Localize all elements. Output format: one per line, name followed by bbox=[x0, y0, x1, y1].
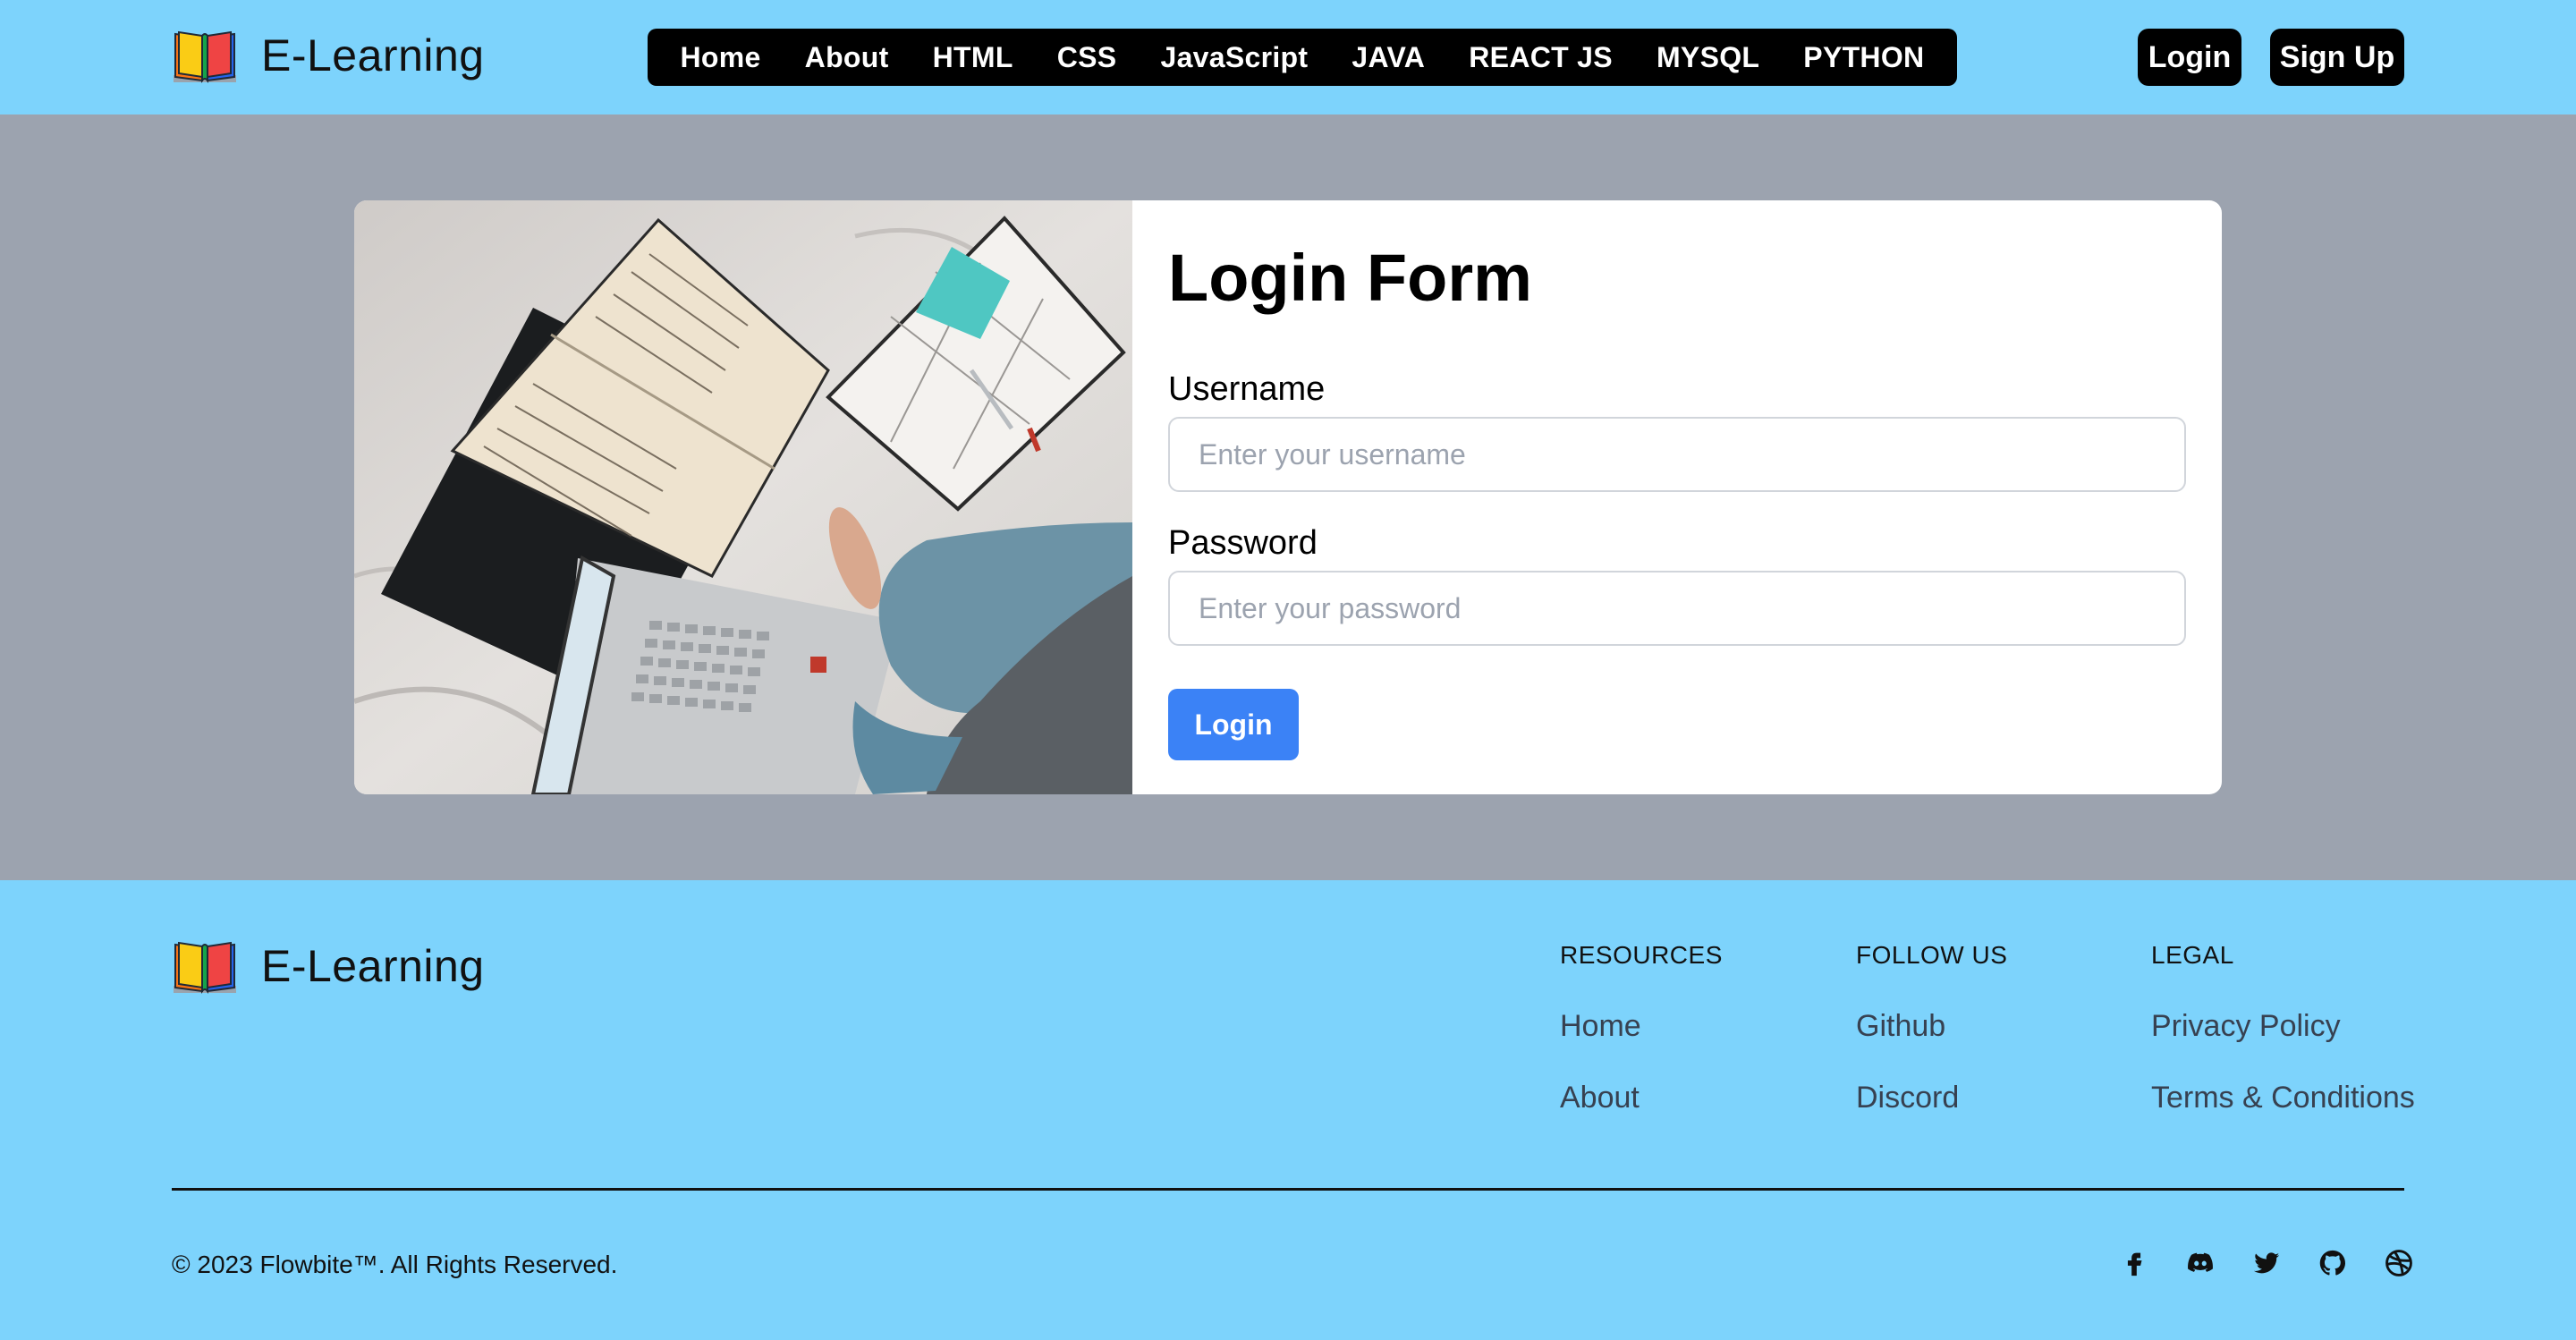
main-nav: Home About HTML CSS JavaScript JAVA REAC… bbox=[648, 29, 1957, 86]
password-label: Password bbox=[1168, 524, 1318, 562]
header-brand[interactable]: E-Learning bbox=[172, 27, 485, 84]
main-section: Login Form Username Password Login bbox=[0, 114, 2576, 880]
footer-link-privacy-policy[interactable]: Privacy Policy bbox=[2151, 1009, 2341, 1044]
nav-item-java[interactable]: JAVA bbox=[1352, 41, 1425, 74]
footer-link-github[interactable]: Github bbox=[1856, 1009, 1945, 1044]
footer-column-follow-us: FOLLOW US Github Discord bbox=[1856, 941, 2008, 1115]
footer-link-discord[interactable]: Discord bbox=[1856, 1081, 1959, 1115]
footer-link-about[interactable]: About bbox=[1560, 1081, 1640, 1115]
form-title: Login Form bbox=[1168, 241, 1532, 315]
open-book-icon bbox=[174, 941, 236, 994]
twitter-icon[interactable] bbox=[2250, 1247, 2283, 1279]
footer-column-title: RESOURCES bbox=[1560, 941, 1723, 969]
username-label: Username bbox=[1168, 370, 1326, 408]
nav-item-react-js[interactable]: REACT JS bbox=[1469, 41, 1613, 74]
site-footer: E-Learning RESOURCES Home About FOLLOW U… bbox=[0, 880, 2576, 1340]
nav-item-home[interactable]: Home bbox=[681, 41, 761, 74]
footer-column-title: LEGAL bbox=[2151, 941, 2234, 969]
footer-divider bbox=[172, 1188, 2404, 1191]
footer-link-home[interactable]: Home bbox=[1560, 1009, 1641, 1044]
social-links bbox=[2118, 1247, 2415, 1279]
discord-icon[interactable] bbox=[2184, 1247, 2216, 1279]
brand-name: E-Learning bbox=[261, 30, 485, 81]
dribbble-icon[interactable] bbox=[2383, 1247, 2415, 1279]
footer-column-legal: LEGAL Privacy Policy Terms & Conditions bbox=[2151, 941, 2415, 1115]
footer-brand-name: E-Learning bbox=[261, 941, 485, 991]
nav-item-html[interactable]: HTML bbox=[933, 41, 1013, 74]
footer-column-title: FOLLOW US bbox=[1856, 941, 2008, 969]
login-card: Login Form Username Password Login bbox=[354, 200, 2222, 794]
site-header: E-Learning Home About HTML CSS JavaScrip… bbox=[0, 0, 2576, 114]
copyright-text: © 2023 Flowbite™. All Rights Reserved. bbox=[172, 1251, 618, 1278]
header-login-button[interactable]: Login bbox=[2138, 29, 2241, 86]
username-input[interactable] bbox=[1168, 417, 2186, 492]
nav-item-python[interactable]: PYTHON bbox=[1803, 41, 1924, 74]
github-icon[interactable] bbox=[2317, 1247, 2349, 1279]
header-signup-button[interactable]: Sign Up bbox=[2270, 29, 2404, 86]
open-book-icon bbox=[174, 30, 236, 83]
nav-item-css[interactable]: CSS bbox=[1057, 41, 1117, 74]
nav-item-about[interactable]: About bbox=[805, 41, 889, 74]
footer-link-terms-conditions[interactable]: Terms & Conditions bbox=[2151, 1081, 2415, 1115]
nav-item-mysql[interactable]: MYSQL bbox=[1657, 41, 1759, 74]
login-form: Login Form Username Password Login bbox=[1168, 200, 2186, 794]
footer-column-resources: RESOURCES Home About bbox=[1560, 941, 1723, 1115]
facebook-icon[interactable] bbox=[2118, 1247, 2150, 1279]
nav-item-javascript[interactable]: JavaScript bbox=[1160, 41, 1308, 74]
footer-brand[interactable]: E-Learning bbox=[172, 937, 485, 995]
login-submit-button[interactable]: Login bbox=[1168, 689, 1299, 760]
study-photo bbox=[354, 200, 1132, 794]
password-input[interactable] bbox=[1168, 571, 2186, 646]
